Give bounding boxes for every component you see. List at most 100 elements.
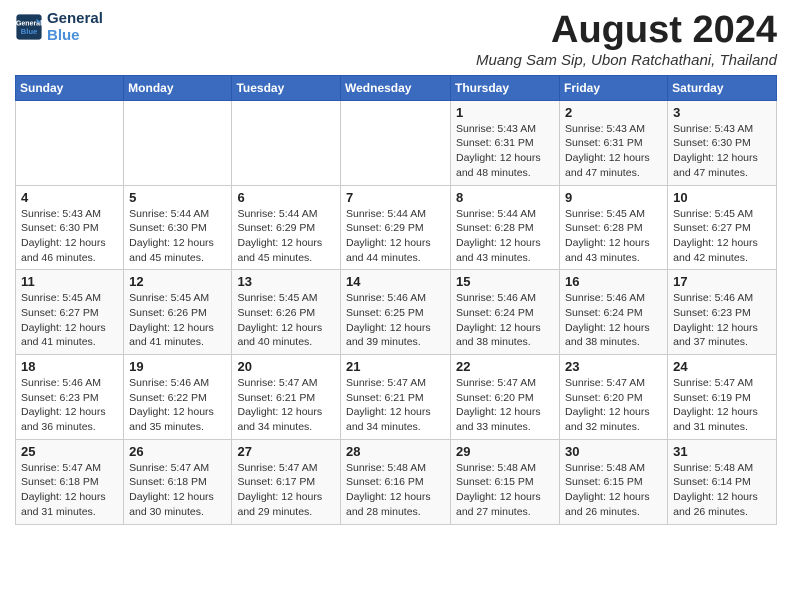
day-info: Sunrise: 5:46 AM Sunset: 6:22 PM Dayligh… [129, 376, 226, 435]
calendar-cell: 30Sunrise: 5:48 AM Sunset: 6:15 PM Dayli… [560, 439, 668, 524]
svg-text:Blue: Blue [21, 27, 38, 36]
day-info: Sunrise: 5:47 AM Sunset: 6:20 PM Dayligh… [456, 376, 554, 435]
day-number: 22 [456, 359, 554, 374]
col-header-monday: Monday [124, 75, 232, 100]
day-info: Sunrise: 5:45 AM Sunset: 6:27 PM Dayligh… [673, 207, 771, 266]
col-header-tuesday: Tuesday [232, 75, 341, 100]
day-number: 12 [129, 274, 226, 289]
day-number: 6 [237, 190, 335, 205]
day-number: 4 [21, 190, 118, 205]
calendar-cell: 1 Sunrise: 5:43 AM Sunset: 6:31 PM Daylig… [451, 100, 560, 185]
week-row-5: 25 Sunrise: 5:47 AM Sunset: 6:18 PM Dayli… [16, 439, 777, 524]
calendar-cell: 25 Sunrise: 5:47 AM Sunset: 6:18 PM Dayli… [16, 439, 124, 524]
calendar-cell: 19 Sunrise: 5:46 AM Sunset: 6:22 PM Dayli… [124, 355, 232, 440]
calendar-cell: 5Sunrise: 5:44 AM Sunset: 6:30 PM Daylig… [124, 185, 232, 270]
day-info: Sunrise: 5:47 AM Sunset: 6:21 PM Dayligh… [346, 376, 445, 435]
day-number: 31 [673, 444, 771, 459]
calendar-cell: 27 Sunrise: 5:47 AM Sunset: 6:17 PM Dayli… [232, 439, 341, 524]
calendar-cell: 3Sunrise: 5:43 AM Sunset: 6:30 PM Daylig… [668, 100, 777, 185]
day-info: Sunrise: 5:47 AM Sunset: 6:18 PM Dayligh… [21, 461, 118, 520]
logo-icon: General Blue [15, 13, 43, 41]
page-header: General Blue General Blue August 2024 Mu… [15, 10, 777, 69]
day-number: 1 [456, 105, 554, 120]
day-info: Sunrise: 5:46 AM Sunset: 6:24 PM Dayligh… [456, 291, 554, 350]
calendar-cell [341, 100, 451, 185]
day-info: Sunrise: 5:43 AM Sunset: 6:31 PM Dayligh… [456, 122, 554, 181]
day-number: 15 [456, 274, 554, 289]
col-header-wednesday: Wednesday [341, 75, 451, 100]
day-number: 20 [237, 359, 335, 374]
week-row-4: 18 Sunrise: 5:46 AM Sunset: 6:23 PM Dayli… [16, 355, 777, 440]
day-number: 2 [565, 105, 662, 120]
col-header-friday: Friday [560, 75, 668, 100]
calendar-cell [232, 100, 341, 185]
calendar-table: SundayMondayTuesdayWednesdayThursdayFrid… [15, 75, 777, 525]
calendar-cell [16, 100, 124, 185]
calendar-cell: 11 Sunrise: 5:45 AM Sunset: 6:27 PM Dayli… [16, 270, 124, 355]
calendar-cell: 18 Sunrise: 5:46 AM Sunset: 6:23 PM Dayli… [16, 355, 124, 440]
day-number: 9 [565, 190, 662, 205]
day-number: 28 [346, 444, 445, 459]
calendar-cell: 23 Sunrise: 5:47 AM Sunset: 6:20 PM Dayli… [560, 355, 668, 440]
logo: General Blue General Blue [15, 10, 103, 44]
calendar-cell: 21 Sunrise: 5:47 AM Sunset: 6:21 PM Dayli… [341, 355, 451, 440]
day-info: Sunrise: 5:47 AM Sunset: 6:20 PM Dayligh… [565, 376, 662, 435]
calendar-cell: 20 Sunrise: 5:47 AM Sunset: 6:21 PM Dayli… [232, 355, 341, 440]
day-info: Sunrise: 5:47 AM Sunset: 6:18 PM Dayligh… [129, 461, 226, 520]
day-info: Sunrise: 5:48 AM Sunset: 6:15 PM Dayligh… [456, 461, 554, 520]
calendar-cell: 9 Sunrise: 5:45 AM Sunset: 6:28 PM Daylig… [560, 185, 668, 270]
day-info: Sunrise: 5:47 AM Sunset: 6:21 PM Dayligh… [237, 376, 335, 435]
calendar-cell: 31Sunrise: 5:48 AM Sunset: 6:14 PM Dayli… [668, 439, 777, 524]
month-year: August 2024 [476, 10, 777, 52]
day-info: Sunrise: 5:43 AM Sunset: 6:31 PM Dayligh… [565, 122, 662, 181]
day-number: 16 [565, 274, 662, 289]
day-number: 17 [673, 274, 771, 289]
day-number: 19 [129, 359, 226, 374]
calendar-header: SundayMondayTuesdayWednesdayThursdayFrid… [16, 75, 777, 100]
day-info: Sunrise: 5:45 AM Sunset: 6:27 PM Dayligh… [21, 291, 118, 350]
day-info: Sunrise: 5:46 AM Sunset: 6:23 PM Dayligh… [21, 376, 118, 435]
calendar-cell: 10 Sunrise: 5:45 AM Sunset: 6:27 PM Dayli… [668, 185, 777, 270]
day-info: Sunrise: 5:44 AM Sunset: 6:29 PM Dayligh… [346, 207, 445, 266]
logo-text-line2: Blue [47, 27, 103, 44]
day-number: 14 [346, 274, 445, 289]
calendar-cell: 28 Sunrise: 5:48 AM Sunset: 6:16 PM Dayli… [341, 439, 451, 524]
calendar-cell: 26 Sunrise: 5:47 AM Sunset: 6:18 PM Dayli… [124, 439, 232, 524]
day-number: 10 [673, 190, 771, 205]
location: Muang Sam Sip, Ubon Ratchathani, Thailan… [476, 52, 777, 69]
calendar-cell: 22 Sunrise: 5:47 AM Sunset: 6:20 PM Dayli… [451, 355, 560, 440]
day-info: Sunrise: 5:46 AM Sunset: 6:23 PM Dayligh… [673, 291, 771, 350]
day-info: Sunrise: 5:44 AM Sunset: 6:30 PM Dayligh… [129, 207, 226, 266]
day-number: 8 [456, 190, 554, 205]
day-number: 29 [456, 444, 554, 459]
calendar-cell: 12Sunrise: 5:45 AM Sunset: 6:26 PM Dayli… [124, 270, 232, 355]
day-info: Sunrise: 5:47 AM Sunset: 6:19 PM Dayligh… [673, 376, 771, 435]
calendar-cell: 14 Sunrise: 5:46 AM Sunset: 6:25 PM Dayli… [341, 270, 451, 355]
day-number: 25 [21, 444, 118, 459]
calendar-cell: 16Sunrise: 5:46 AM Sunset: 6:24 PM Dayli… [560, 270, 668, 355]
day-number: 18 [21, 359, 118, 374]
calendar-cell: 13Sunrise: 5:45 AM Sunset: 6:26 PM Dayli… [232, 270, 341, 355]
day-info: Sunrise: 5:43 AM Sunset: 6:30 PM Dayligh… [673, 122, 771, 181]
day-info: Sunrise: 5:46 AM Sunset: 6:25 PM Dayligh… [346, 291, 445, 350]
day-number: 27 [237, 444, 335, 459]
day-number: 11 [21, 274, 118, 289]
day-info: Sunrise: 5:48 AM Sunset: 6:16 PM Dayligh… [346, 461, 445, 520]
calendar-cell [124, 100, 232, 185]
day-number: 26 [129, 444, 226, 459]
col-header-sunday: Sunday [16, 75, 124, 100]
day-number: 21 [346, 359, 445, 374]
day-number: 13 [237, 274, 335, 289]
col-header-thursday: Thursday [451, 75, 560, 100]
title-block: August 2024 Muang Sam Sip, Ubon Ratchath… [476, 10, 777, 69]
calendar-cell: 7Sunrise: 5:44 AM Sunset: 6:29 PM Daylig… [341, 185, 451, 270]
week-row-3: 11 Sunrise: 5:45 AM Sunset: 6:27 PM Dayli… [16, 270, 777, 355]
day-info: Sunrise: 5:45 AM Sunset: 6:28 PM Dayligh… [565, 207, 662, 266]
week-row-1: 1 Sunrise: 5:43 AM Sunset: 6:31 PM Daylig… [16, 100, 777, 185]
day-number: 24 [673, 359, 771, 374]
calendar-cell: 8Sunrise: 5:44 AM Sunset: 6:28 PM Daylig… [451, 185, 560, 270]
day-info: Sunrise: 5:47 AM Sunset: 6:17 PM Dayligh… [237, 461, 335, 520]
day-info: Sunrise: 5:48 AM Sunset: 6:15 PM Dayligh… [565, 461, 662, 520]
day-number: 23 [565, 359, 662, 374]
calendar-cell: 29 Sunrise: 5:48 AM Sunset: 6:15 PM Dayli… [451, 439, 560, 524]
